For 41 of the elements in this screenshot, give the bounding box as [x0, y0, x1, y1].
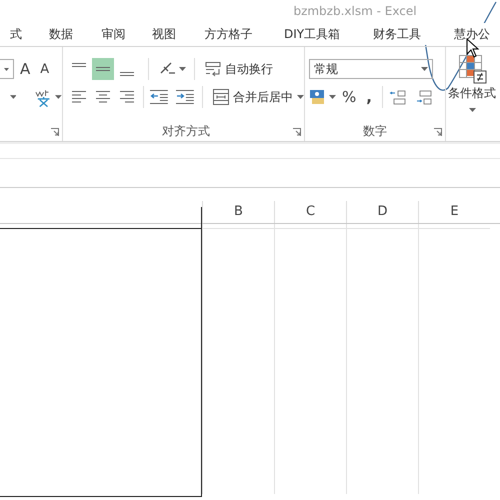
group-label: 对齐方式 [161, 123, 211, 140]
cursor-icon [466, 38, 480, 58]
merge-cells-icon [213, 89, 230, 105]
caret-icon [468, 108, 476, 112]
caret-icon[interactable] [55, 95, 62, 99]
column-header[interactable]: C [274, 201, 346, 223]
selected-cell[interactable] [0, 228, 202, 497]
font-size-dropdown[interactable] [0, 59, 14, 79]
column-header[interactable]: E [418, 201, 490, 223]
group-label: 数字 [362, 123, 388, 140]
caret-icon[interactable] [329, 95, 336, 99]
dialog-launcher-icon[interactable] [293, 128, 301, 136]
cell[interactable] [0, 207, 202, 229]
grow-font-button[interactable]: A [16, 60, 34, 78]
dialog-launcher-icon[interactable] [51, 128, 59, 136]
caret-icon[interactable] [297, 95, 304, 99]
window-title: bzmbzb.xlsm - Excel [293, 4, 417, 18]
align-lines-icon [72, 63, 86, 67]
increase-decimal-icon[interactable] [388, 88, 407, 106]
caret-icon [421, 67, 428, 71]
decrease-decimal-icon[interactable] [414, 88, 433, 106]
align-middle-button[interactable] [92, 58, 114, 80]
merge-center-button[interactable]: 合并后居中 [211, 88, 296, 106]
conditional-format-button[interactable]: 条件格式 [446, 47, 498, 141]
wrap-text-button[interactable]: 自动换行 [203, 60, 275, 78]
decrease-indent-button[interactable] [150, 88, 168, 106]
align-lines-icon [96, 67, 110, 71]
wrap-text-icon [205, 61, 221, 77]
caret-icon[interactable] [10, 95, 16, 99]
percent-button[interactable]: % [338, 88, 360, 106]
increase-indent-button[interactable] [176, 88, 194, 106]
column-header[interactable]: B [202, 201, 274, 223]
number-format-dropdown[interactable]: 常规 [309, 59, 433, 79]
dialog-launcher-icon[interactable] [434, 128, 442, 136]
comma-button[interactable]: , [362, 88, 376, 106]
align-lines-icon [120, 72, 134, 76]
conditional-format-icon [457, 53, 487, 85]
column-header[interactable]: D [346, 201, 418, 223]
caret-icon[interactable] [179, 67, 186, 71]
currency-icon[interactable] [309, 88, 327, 106]
shrink-font-button[interactable]: A [36, 62, 54, 76]
